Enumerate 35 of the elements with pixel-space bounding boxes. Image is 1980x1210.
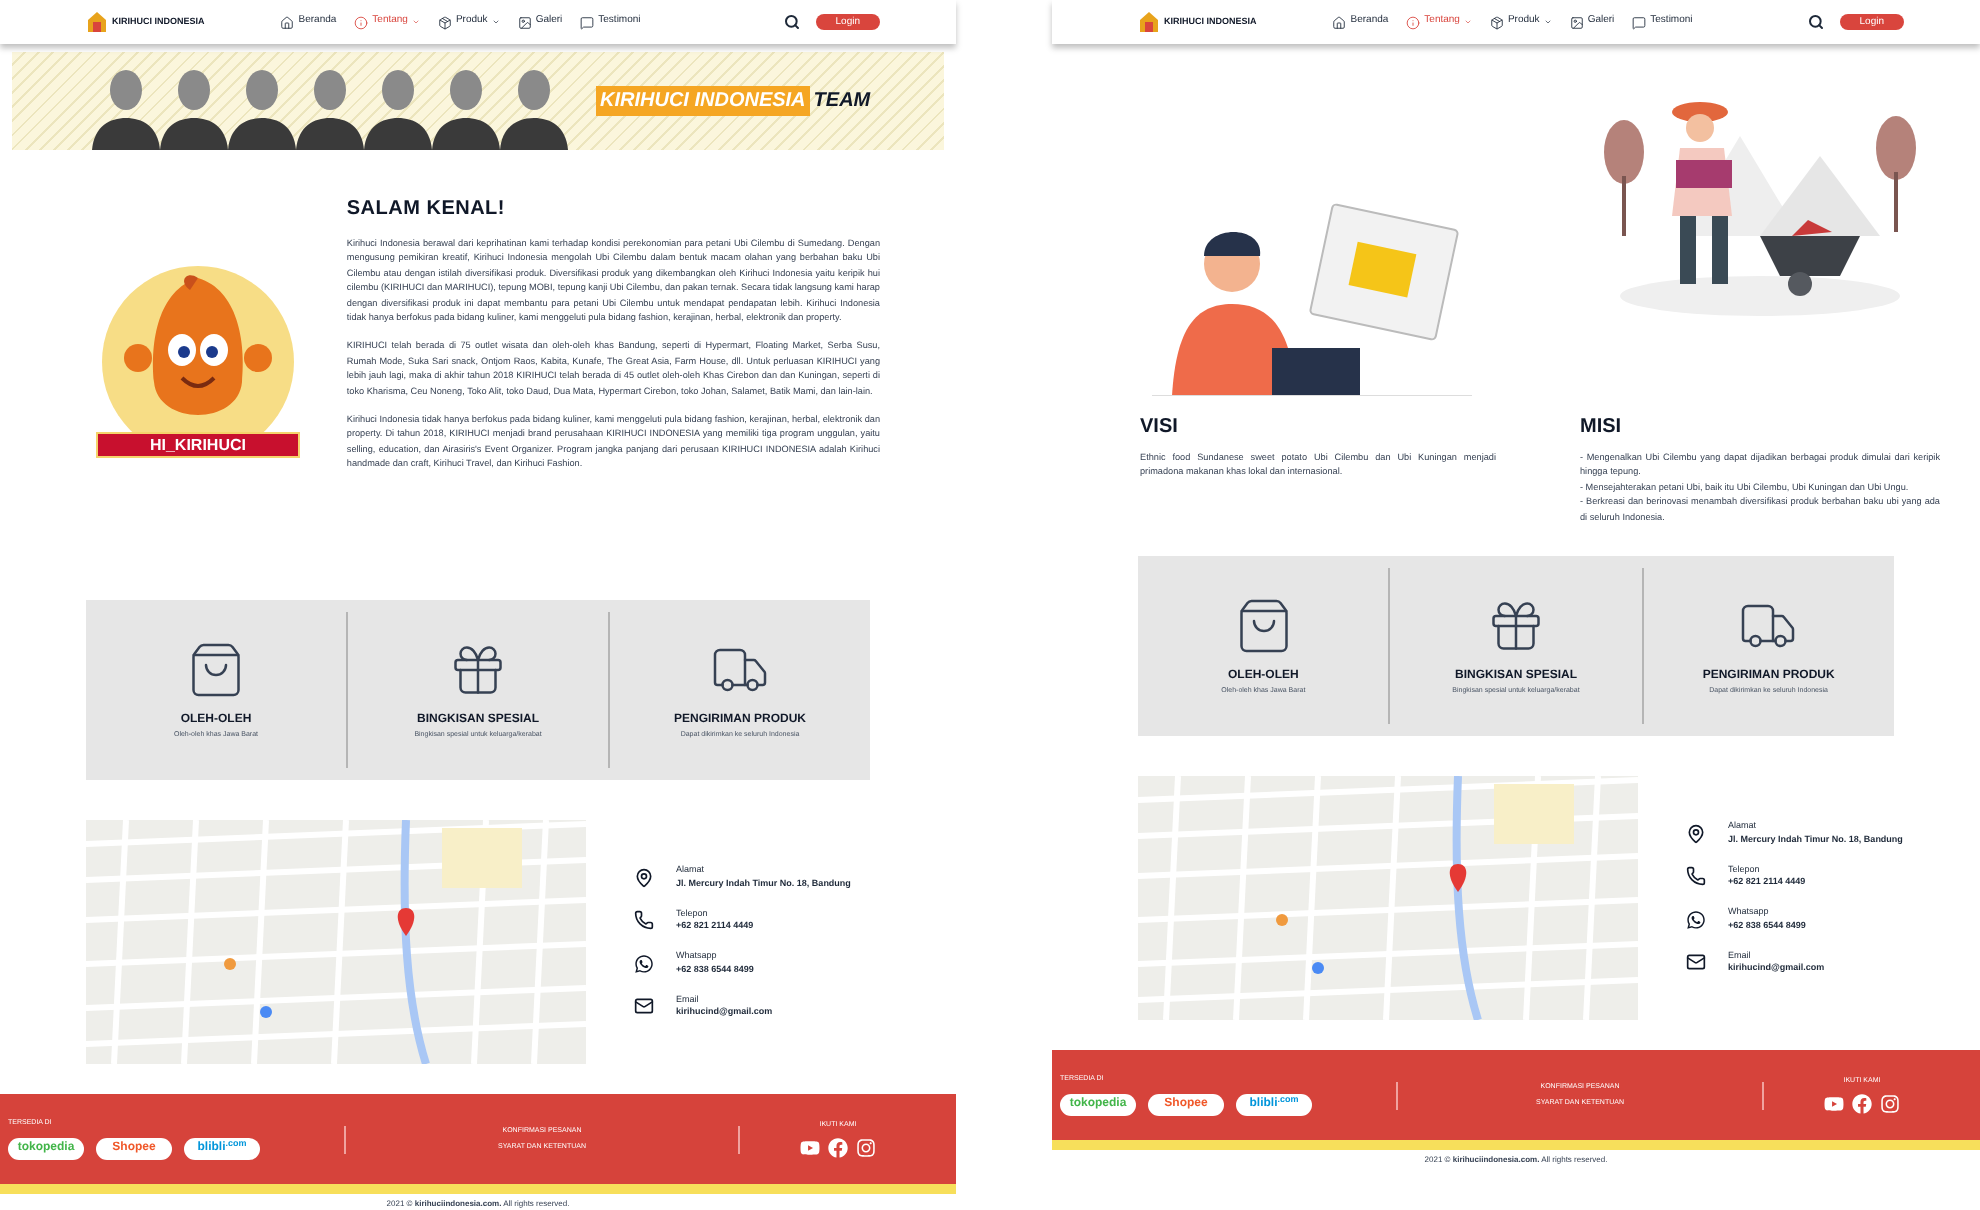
youtube-icon[interactable] [1824,1093,1844,1114]
box-icon [1489,15,1504,29]
email-icon [1686,952,1706,973]
info-icon [1406,15,1421,29]
whatsapp-icon [634,953,654,974]
info-icon [354,15,369,29]
search-icon[interactable] [1807,14,1824,30]
instagram-icon[interactable] [856,1137,876,1158]
search-icon[interactable] [783,14,800,30]
location-pin-icon [1686,823,1706,844]
image-icon [1569,15,1584,29]
home-icon [280,15,295,29]
image-icon [517,15,532,29]
instagram-icon[interactable] [1880,1093,1900,1114]
logo-icon [88,12,106,32]
section-title: VISI [1140,414,1180,442]
chat-icon [1632,15,1647,29]
home-icon [1332,15,1347,29]
facebook-icon[interactable] [1852,1093,1872,1114]
shopping-bag-icon [186,639,246,700]
chat-icon [580,15,595,29]
whatsapp-icon [1686,909,1706,930]
phone-icon [634,910,654,931]
section-title: MISI [1580,414,1624,442]
mascot-ribbon: HI_KIRIHUCI [96,432,300,458]
facebook-icon[interactable] [828,1137,848,1158]
youtube-icon[interactable] [800,1137,820,1158]
banner-title: KIRIHUCI INDONESIA [596,86,810,116]
email-icon [634,996,654,1017]
section-title: SALAM KENAL! [346,196,507,224]
phone-icon [1686,866,1706,887]
banner-title-suffix: TEAM [813,88,871,116]
location-pin-icon [634,867,654,888]
box-icon [437,15,452,29]
logo-icon [1140,12,1158,32]
